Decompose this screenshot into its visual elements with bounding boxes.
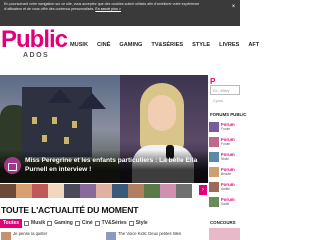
forum-thumbnail (209, 167, 219, 177)
strip-thumbnail[interactable] (64, 184, 80, 198)
tab-musik[interactable]: Musik (24, 219, 45, 228)
strip-thumbnail[interactable] (48, 184, 64, 198)
forum-item[interactable]: Forum Santé (209, 197, 240, 209)
nav-item-gaming[interactable]: GAMING (119, 38, 142, 52)
strip-thumbnail[interactable] (176, 184, 192, 198)
nav-item-style[interactable]: STYLE (192, 38, 210, 52)
tab-cine[interactable]: Ciné (74, 219, 93, 228)
strip-thumbnail[interactable] (0, 184, 16, 198)
hero-window (52, 117, 57, 124)
main-nav: MUSIK CINÉ GAMING TV&SÉRIES STYLE LIVRES… (70, 38, 259, 52)
strip-thumbnail[interactable] (96, 184, 112, 198)
hero-window (42, 135, 47, 142)
forum-desc: Santé (221, 202, 230, 206)
cookie-more-link[interactable]: En savoir plus > (95, 7, 121, 11)
nav-item-cine[interactable]: CINÉ (97, 38, 110, 52)
article-thumbnail[interactable] (1, 232, 11, 240)
logo-text: Public (1, 26, 68, 53)
checkbox-icon (24, 221, 30, 226)
forum-item[interactable]: Forum Forum (209, 122, 240, 134)
cookie-banner: En poursuivant votre navigation sur ce s… (0, 0, 240, 26)
forum-item[interactable]: Forum Amitié (209, 182, 240, 194)
tab-gaming[interactable]: Gaming (47, 219, 73, 228)
forum-desc: Mode (221, 157, 229, 161)
hero-window (72, 121, 77, 128)
category-tabs: Toutes Musik Gaming Ciné TV&Séries Style (0, 219, 208, 228)
forum-item[interactable]: Forum Forum (209, 137, 240, 149)
forum-thumbnail (209, 122, 219, 132)
tab-label: Gaming (54, 220, 73, 226)
thumbnail-strip (0, 183, 208, 199)
hero-roof (78, 93, 106, 109)
tab-label: TV&Séries (101, 220, 127, 226)
forum-item[interactable]: Forum Beauté (209, 167, 240, 179)
article-link[interactable]: The Voice Kids: Deux petites filles (118, 232, 206, 240)
tab-label: Ciné (81, 220, 93, 226)
logo-subtitle: ADOS (23, 52, 50, 59)
forum-thumbnail (209, 197, 219, 207)
forum-thumbnail (209, 182, 219, 192)
section-title: TOUTE L'ACTUALITÉ DU MOMENT (1, 205, 139, 215)
forum-thumbnail (209, 137, 219, 147)
concours-banner[interactable] (209, 228, 240, 240)
forum-thumbnail (209, 152, 219, 162)
nav-item-livres[interactable]: LIVRES (219, 38, 239, 52)
forum-desc: Forum (221, 142, 231, 146)
hero-window (64, 137, 69, 144)
article-thumbnail[interactable] (106, 232, 116, 240)
hero-roof (48, 89, 72, 103)
strip-thumbnail[interactable] (32, 184, 48, 198)
search-input[interactable]: Ex : Miley Cyrus (210, 85, 240, 103)
hero-mansion (22, 87, 106, 157)
strip-next-button[interactable]: › (199, 185, 207, 195)
checkbox-icon (94, 221, 100, 226)
hero-window (32, 117, 37, 124)
strip-thumbnail[interactable] (112, 184, 128, 198)
tab-tv-series[interactable]: TV&Séries (94, 219, 127, 228)
forums-title: FORUMS PUBLIC (210, 112, 247, 117)
nav-item-musik[interactable]: MUSIK (70, 38, 88, 52)
concours-title: CONCOURS (210, 220, 236, 225)
forum-desc: Beauté (221, 172, 232, 176)
site-logo[interactable]: Public ADOS (1, 26, 68, 62)
camera-icon (4, 157, 21, 174)
checkbox-icon (47, 221, 53, 226)
forum-desc: Forum (221, 127, 231, 131)
hero-title-link[interactable]: Miss Peregrine et les enfants particulie… (25, 157, 207, 174)
tab-toutes[interactable]: Toutes (0, 219, 23, 228)
tab-style[interactable]: Style (128, 219, 148, 228)
hero-face (148, 95, 176, 131)
tab-label: Style (135, 220, 148, 226)
strip-thumbnail[interactable] (160, 184, 176, 198)
forum-desc: Amitié (221, 187, 230, 191)
tab-label: Musik (31, 220, 46, 226)
strip-thumbnail[interactable] (80, 184, 96, 198)
tab-label: Toutes (3, 220, 20, 226)
cookie-text: En poursuivant votre navigation sur ce s… (4, 2, 214, 12)
cookie-close-button[interactable]: × (230, 4, 237, 11)
checkbox-icon (128, 221, 134, 226)
strip-thumbnail[interactable] (128, 184, 144, 198)
nav-item-tv-series[interactable]: TV&SÉRIES (151, 38, 183, 52)
forum-item[interactable]: Forum Mode (209, 152, 240, 164)
checkbox-icon (74, 221, 80, 226)
strip-thumbnail[interactable] (16, 184, 32, 198)
nav-item-aft[interactable]: AFT (248, 38, 259, 52)
strip-thumbnail[interactable] (144, 184, 160, 198)
article-link[interactable]: Je pense la quitter (13, 232, 93, 240)
